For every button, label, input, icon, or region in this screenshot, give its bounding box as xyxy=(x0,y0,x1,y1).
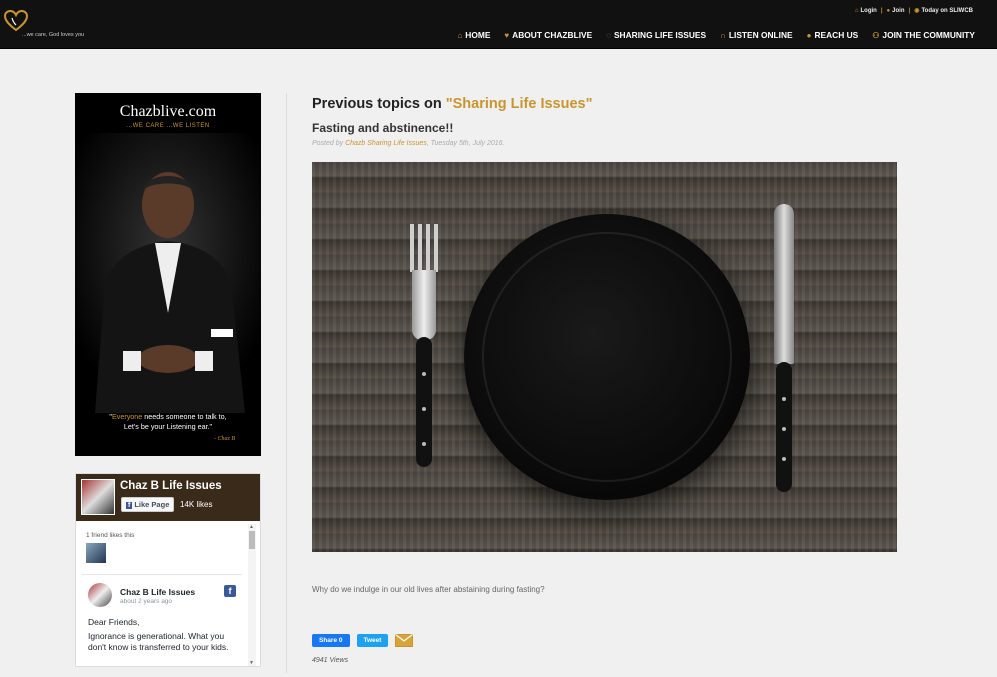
view-count: 4941 Views xyxy=(312,657,349,664)
friend-avatar[interactable] xyxy=(86,543,106,563)
facebook-post: Chaz B Life Issues about 2 years ago f D… xyxy=(82,574,242,666)
post-excerpt: Why do we indulge in our old lives after… xyxy=(312,585,545,594)
knife-rivet xyxy=(782,457,786,461)
facebook-like-count: 14K likes xyxy=(180,500,213,509)
login-link[interactable]: ⌂ Login xyxy=(855,8,877,14)
main-nav: ⌂ HOME ♥ ABOUT CHAZBLIVE ◌ SHARING LIFE ISS… xyxy=(457,30,975,40)
fork-rivet xyxy=(422,442,426,446)
promo-title: Chazblive.com xyxy=(119,103,217,120)
nav-item-sharing-life-issues[interactable]: ◌ SHARING LIFE ISSUES xyxy=(606,30,706,40)
facebook-page-widget: Chaz B Life Issues f Like Page 14K likes … xyxy=(75,473,261,667)
fork-tines xyxy=(410,224,438,272)
knife-rivet xyxy=(782,427,786,431)
home-icon: ⌂ xyxy=(457,30,463,40)
share-bar: Share 0 Tweet xyxy=(312,634,414,647)
facebook-widget-scrollbar[interactable]: ▲ ▼ xyxy=(248,524,256,666)
scrollbar-thumb[interactable] xyxy=(249,531,255,549)
nav-item-about[interactable]: ♥ ABOUT CHAZBLIVE xyxy=(504,30,592,40)
user-icon: ● xyxy=(886,7,891,14)
facebook-share-button[interactable]: Share 0 xyxy=(312,634,350,647)
promo-subtitle: ...WE CARE ...WE LISTEN xyxy=(126,123,210,129)
post-author-link[interactable]: Chazb Sharing Life Issues xyxy=(345,140,427,147)
scroll-down-icon[interactable]: ▼ xyxy=(249,660,254,666)
divider: | xyxy=(908,7,911,14)
nav-item-listen-online[interactable]: ∩ LISTEN ONLINE xyxy=(720,30,793,40)
host-portrait-image xyxy=(75,133,261,413)
divider: | xyxy=(880,7,883,14)
facebook-friends-text: 1 friend likes this xyxy=(86,532,135,539)
promo-quote: "Everyone needs someone to talk to, Let'… xyxy=(109,412,227,431)
tweet-button[interactable]: Tweet xyxy=(356,634,389,647)
facebook-page-avatar[interactable] xyxy=(81,479,115,515)
knife-rivet xyxy=(782,397,786,401)
headphones-icon: ∩ xyxy=(720,30,726,40)
help-icon: ● xyxy=(806,30,812,40)
column-divider xyxy=(286,93,287,673)
fork-rivet xyxy=(422,372,426,376)
post-author-avatar[interactable] xyxy=(88,583,112,607)
facebook-icon: f xyxy=(126,502,133,509)
scroll-up-icon[interactable]: ▲ xyxy=(249,524,254,530)
post-meta: Posted by Chazb Sharing Life Issues, Tue… xyxy=(312,140,505,147)
post-body: Dear Friends, Ignorance is generational.… xyxy=(88,617,229,652)
post-hero-image xyxy=(312,162,897,552)
page-title: Previous topics on "Sharing Life Issues" xyxy=(312,96,593,112)
facebook-icon[interactable]: f xyxy=(224,585,236,597)
nav-item-home[interactable]: ⌂ HOME xyxy=(457,30,490,40)
plate-rim xyxy=(482,232,732,482)
post-title[interactable]: Fasting and abstinence!! xyxy=(312,121,453,135)
facebook-cover[interactable]: Chaz B Life Issues f Like Page 14K likes xyxy=(76,474,260,521)
sidebar-promo-banner[interactable]: Chazblive.com ...WE CARE ...WE LISTEN "E… xyxy=(75,93,261,456)
site-tagline: ...we care, God loves you xyxy=(22,32,85,38)
top-links: ⌂ Login | ● Join | ◉ Today on SLIWCB xyxy=(855,7,973,15)
nav-item-join-community[interactable]: ⚇ JOIN THE COMMUNITY xyxy=(872,30,975,40)
home-icon: ⌂ xyxy=(854,7,859,14)
nav-item-reach-us[interactable]: ● REACH US xyxy=(807,30,859,40)
post-timestamp[interactable]: about 2 years ago xyxy=(120,598,172,605)
fork-rivet xyxy=(422,407,426,411)
heart-logo-icon[interactable] xyxy=(4,10,28,32)
email-share-icon[interactable] xyxy=(395,634,414,647)
join-link[interactable]: ● Join xyxy=(887,8,905,14)
users-icon: ⚇ xyxy=(872,30,880,40)
top-navigation-bar: ...we care, God loves you ⌂ Login | ● Join… xyxy=(0,0,997,49)
facebook-page-name[interactable]: Chaz B Life Issues xyxy=(120,480,222,492)
knife-blade xyxy=(774,204,794,364)
chat-icon: ◌ xyxy=(606,30,611,40)
chat-icon: ◉ xyxy=(914,8,920,14)
fork-neck xyxy=(412,270,436,340)
today-link[interactable]: ◉ Today on SLIWCB xyxy=(914,7,973,14)
promo-signature: - Chaz B xyxy=(214,436,235,442)
facebook-like-page-button[interactable]: f Like Page xyxy=(121,497,175,512)
heart-icon: ♥ xyxy=(504,30,510,40)
post-author-name[interactable]: Chaz B Life Issues xyxy=(120,587,195,597)
fork-handle xyxy=(416,337,432,467)
